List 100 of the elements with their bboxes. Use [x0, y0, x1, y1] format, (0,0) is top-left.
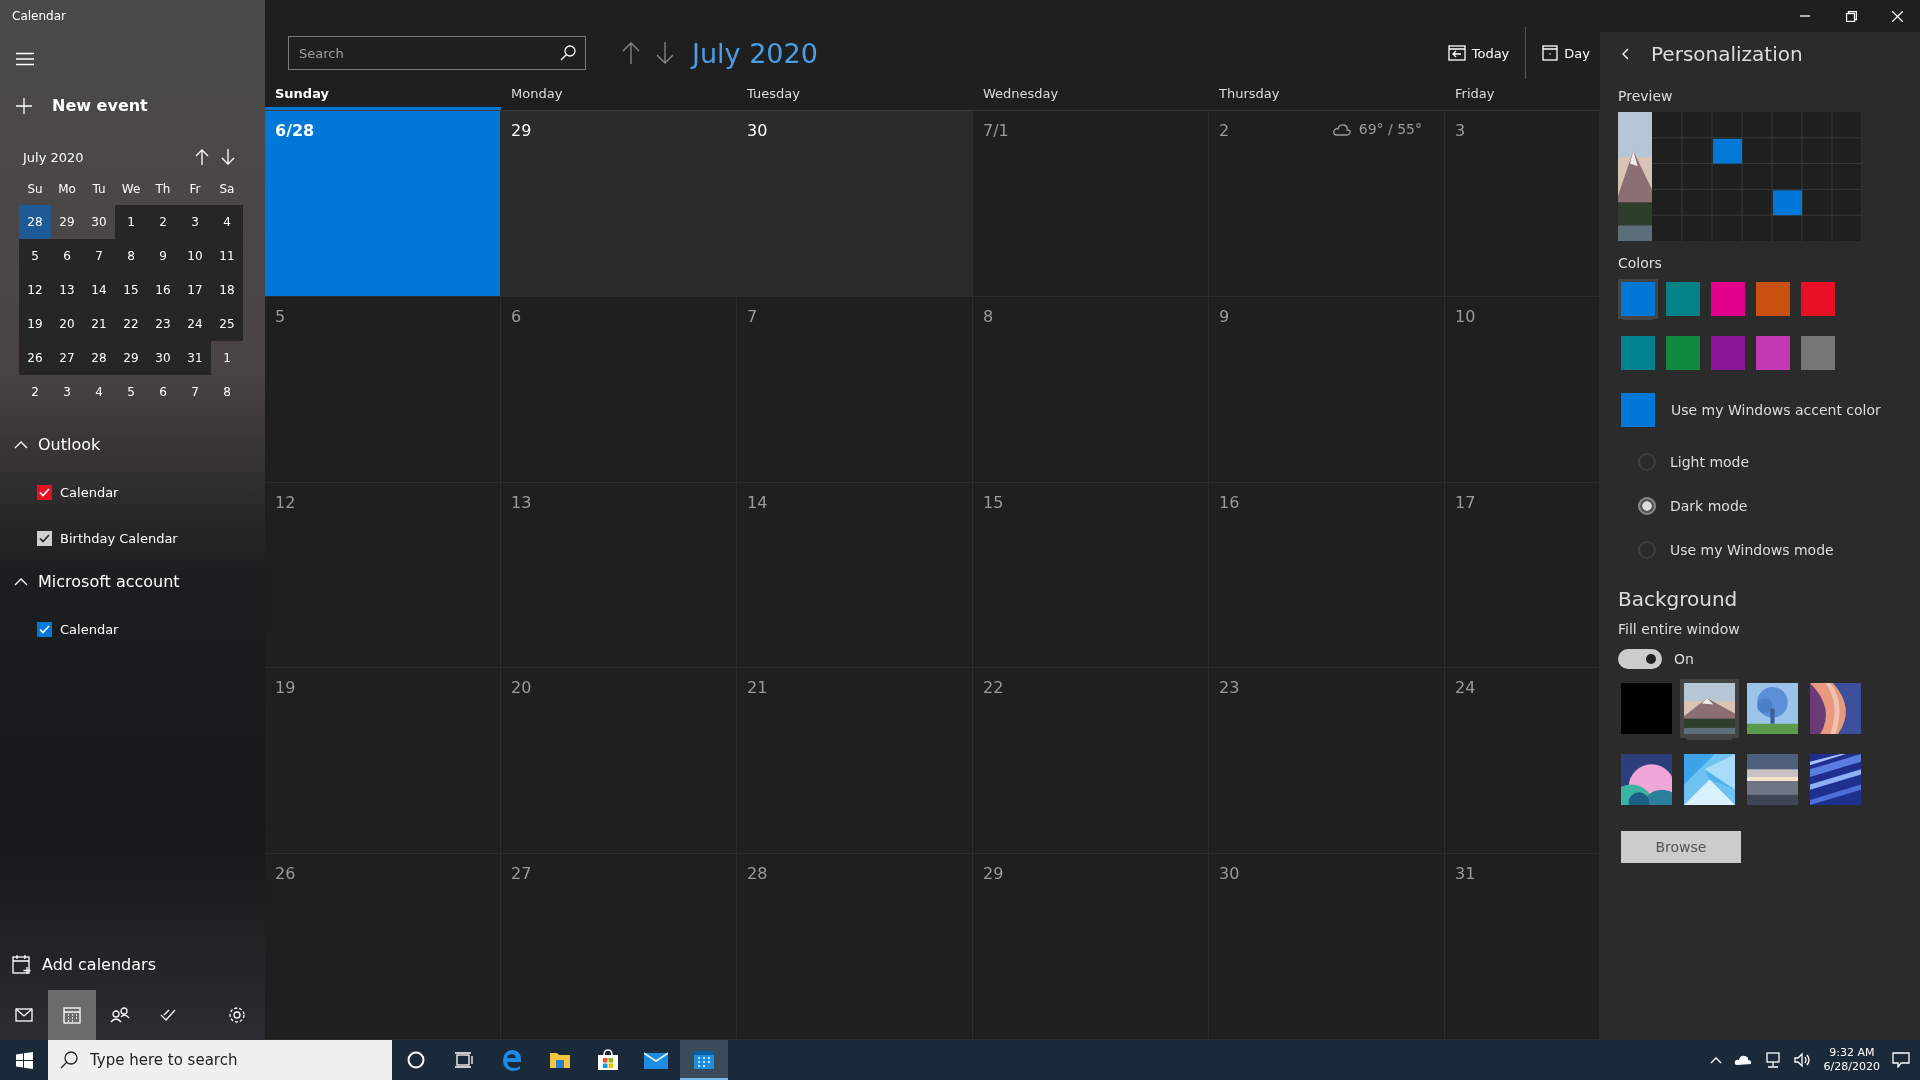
mini-calendar-day[interactable]: 4 — [83, 375, 115, 409]
mini-calendar-day[interactable]: 6 — [147, 375, 179, 409]
checkbox[interactable] — [37, 531, 52, 546]
weather-temperature: 69° / 55° — [1358, 121, 1422, 137]
notification-icon — [1892, 1052, 1910, 1068]
mini-calendar-day[interactable]: 27 — [51, 341, 83, 375]
mini-calendar-day[interactable]: 7 — [83, 239, 115, 273]
background-option[interactable] — [1747, 754, 1798, 805]
mini-calendar-day[interactable]: 24 — [179, 307, 211, 341]
color-swatch[interactable] — [1801, 336, 1835, 370]
mini-calendar-day[interactable]: 31 — [179, 341, 211, 375]
color-swatch[interactable] — [1756, 336, 1790, 370]
mini-calendar-day[interactable]: 29 — [51, 205, 83, 239]
mini-calendar-day[interactable]: 3 — [51, 375, 83, 409]
mini-calendar-day[interactable]: 16 — [147, 273, 179, 307]
day-cell[interactable]: 7/1 — [973, 111, 1209, 297]
color-swatch[interactable] — [1711, 282, 1745, 316]
new-event-button[interactable]: New event — [16, 96, 148, 115]
mini-calendar-day[interactable]: 13 — [51, 273, 83, 307]
day-cell[interactable]: 15 — [973, 482, 1209, 669]
day-cell[interactable]: 6/28 — [265, 111, 501, 297]
account-header[interactable]: Microsoft account — [14, 572, 180, 591]
mini-calendar-day[interactable]: 28 — [83, 341, 115, 375]
mini-calendar-day[interactable]: 17 — [179, 273, 211, 307]
day-cell[interactable]: 23 — [1209, 668, 1445, 855]
mini-calendar-day[interactable]: 7 — [179, 375, 211, 409]
mini-calendar-day[interactable]: 2 — [147, 205, 179, 239]
mini-calendar-day[interactable]: 26 — [19, 341, 51, 375]
color-swatch[interactable] — [1711, 336, 1745, 370]
day-cell[interactable]: 22 — [973, 668, 1209, 855]
mini-calendar-day[interactable]: 14 — [83, 273, 115, 307]
mini-calendar-day[interactable]: 1 — [115, 205, 147, 239]
day-cell[interactable]: 7 — [737, 296, 973, 483]
up-arrow-icon — [622, 42, 640, 64]
mini-calendar-day[interactable]: 1 — [211, 341, 243, 375]
mini-calendar-day[interactable]: 22 — [115, 307, 147, 341]
mode-radio[interactable]: Light mode — [1638, 453, 1902, 471]
day-cell[interactable]: 8 — [973, 296, 1209, 483]
day-cell[interactable]: 30 — [737, 111, 973, 297]
toggle-switch[interactable] — [1618, 649, 1662, 669]
mini-calendar-day[interactable]: 20 — [51, 307, 83, 341]
day-cell[interactable]: 19 — [265, 668, 501, 855]
mode-radio[interactable]: Use my Windows mode — [1638, 541, 1902, 559]
mini-calendar-day[interactable]: 9 — [147, 239, 179, 273]
mini-calendar-day[interactable]: 6 — [51, 239, 83, 273]
mini-calendar-day[interactable]: 30 — [147, 341, 179, 375]
day-cell[interactable]: 13 — [501, 482, 737, 669]
mode-radio[interactable]: Dark mode — [1638, 497, 1902, 515]
day-cell[interactable]: 12 — [265, 482, 501, 669]
mini-calendar-day[interactable]: 8 — [115, 239, 147, 273]
day-view-button[interactable]: Day — [1532, 33, 1600, 73]
menu-button[interactable] — [16, 52, 34, 66]
day-cell[interactable]: 6 — [501, 296, 737, 483]
color-swatch[interactable] — [1801, 282, 1835, 316]
mini-calendar-day[interactable]: 28 — [19, 205, 51, 239]
folder-icon — [549, 1051, 571, 1069]
day-cell[interactable]: 14 — [737, 482, 973, 669]
calendar-name: Calendar — [60, 485, 119, 500]
color-swatch[interactable] — [1756, 282, 1790, 316]
mini-calendar-day[interactable]: 25 — [211, 307, 243, 341]
color-swatch[interactable] — [1621, 336, 1655, 370]
today-button[interactable]: Today — [1437, 33, 1520, 73]
background-option[interactable] — [1810, 683, 1861, 734]
mini-calendar-day[interactable]: 8 — [211, 375, 243, 409]
mini-calendar-day[interactable]: 5 — [115, 375, 147, 409]
add-calendars-button[interactable]: Add calendars — [12, 954, 156, 974]
mini-calendar-day[interactable]: 4 — [211, 205, 243, 239]
background-option[interactable] — [1621, 754, 1672, 805]
day-cell[interactable]: 9 — [1209, 296, 1445, 483]
background-option[interactable] — [1810, 754, 1861, 805]
mini-calendar-day[interactable]: 19 — [19, 307, 51, 341]
mini-calendar-day[interactable]: 21 — [83, 307, 115, 341]
mini-calendar-day[interactable]: 2 — [19, 375, 51, 409]
toggle-label: On — [1674, 651, 1694, 667]
day-cell[interactable]: 16 — [1209, 482, 1445, 669]
day-cell[interactable]: 5 — [265, 296, 501, 483]
mini-calendar-day[interactable]: 15 — [115, 273, 147, 307]
mini-calendar-day[interactable]: 23 — [147, 307, 179, 341]
day-cell[interactable]: 21 — [737, 668, 973, 855]
mini-calendar-day[interactable]: 5 — [19, 239, 51, 273]
search-field[interactable]: Search — [288, 36, 586, 70]
accent-color-swatch[interactable] — [1621, 393, 1655, 427]
day-cell[interactable]: 2 69° / 55° — [1209, 111, 1445, 297]
mini-calendar-day[interactable]: 29 — [115, 341, 147, 375]
color-swatch[interactable] — [1666, 336, 1700, 370]
day-number: 19 — [275, 678, 296, 698]
color-swatch[interactable] — [1666, 282, 1700, 316]
checkbox[interactable] — [37, 622, 52, 637]
mini-calendar-day[interactable]: 10 — [179, 239, 211, 273]
mini-calendar-day[interactable]: 12 — [19, 273, 51, 307]
mini-calendar-day[interactable]: 18 — [211, 273, 243, 307]
day-cell[interactable]: 20 — [501, 668, 737, 855]
mini-calendar-day[interactable]: 3 — [179, 205, 211, 239]
taskbar-search-field[interactable]: Type here to search — [48, 1040, 392, 1080]
browse-button[interactable]: Browse — [1621, 831, 1741, 863]
mini-calendar-day[interactable]: 11 — [211, 239, 243, 273]
day-cell[interactable]: 29 — [501, 111, 737, 297]
mini-calendar-day[interactable]: 30 — [83, 205, 115, 239]
account-header[interactable]: Outlook — [14, 435, 101, 454]
checkbox[interactable] — [37, 485, 52, 500]
